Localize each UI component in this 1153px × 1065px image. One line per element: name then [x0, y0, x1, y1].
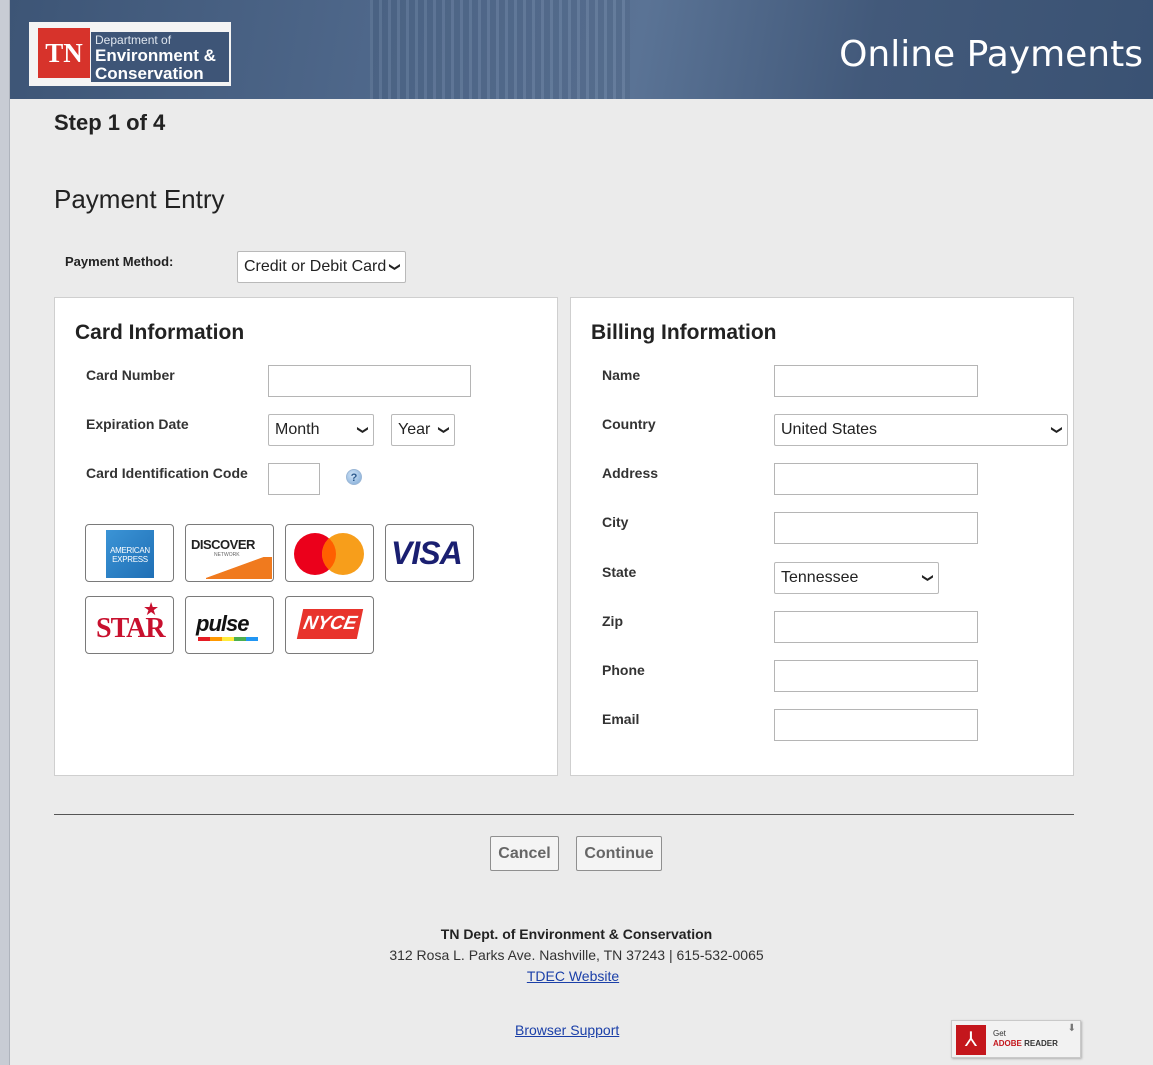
site-header: TN Department of Environment & Conservat…	[10, 0, 1153, 99]
state-label: State	[602, 564, 637, 580]
zip-label: Zip	[602, 613, 623, 629]
country-value: United States	[781, 421, 878, 438]
form-divider	[54, 814, 1074, 815]
expiration-year-value: Year	[398, 421, 431, 438]
city-label: City	[602, 514, 629, 530]
phone-label: Phone	[602, 662, 645, 678]
payment-method-label: Payment Method:	[65, 254, 174, 269]
card-information-title: Card Information	[75, 321, 245, 344]
logo-line-conservation: Conservation	[95, 64, 204, 83]
country-label: Country	[602, 416, 656, 432]
tdec-website-link-text[interactable]: TDEC Website	[527, 968, 619, 984]
discover-card-logo: DISCOVER NETWORK	[185, 524, 274, 582]
nyce-card-logo: NYCE	[285, 596, 374, 654]
country-select[interactable]: United States ❯	[774, 414, 1068, 446]
step-indicator: Step 1 of 4	[54, 110, 166, 135]
get-adobe-reader-badge[interactable]: ⅄ Get ADOBE READER ⬇	[951, 1020, 1081, 1058]
header-background-texture	[370, 0, 630, 99]
pulse-logo-text: pulse	[196, 611, 249, 636]
email-label: Email	[602, 711, 640, 727]
address-input[interactable]	[774, 463, 978, 495]
pulse-card-logo: pulse	[185, 596, 274, 654]
payment-method-value: Credit or Debit Card	[244, 258, 387, 275]
phone-input[interactable]	[774, 660, 978, 692]
star-card-logo: STAR ★	[85, 596, 174, 654]
logo-tn-mark: TN	[38, 28, 90, 78]
billing-information-title: Billing Information	[591, 321, 777, 344]
state-select[interactable]: Tennessee ❯	[774, 562, 939, 594]
card-identification-code-input[interactable]	[268, 463, 320, 495]
browser-support-link[interactable]: Browser Support	[515, 1022, 619, 1038]
card-information-panel: Card Information Card Number Expiration …	[54, 297, 558, 776]
amex-logo-mark: AMERICAN EXPRESS	[106, 530, 154, 578]
state-value: Tennessee	[781, 569, 859, 586]
mastercard-card-logo	[285, 524, 374, 582]
expiration-year-select[interactable]: Year ❯	[391, 414, 455, 446]
chevron-down-icon: ❯	[1050, 425, 1063, 435]
chevron-down-icon: ❯	[437, 425, 450, 435]
download-arrow-icon: ⬇	[1067, 1023, 1076, 1034]
city-input[interactable]	[774, 512, 978, 544]
window-edge	[0, 0, 10, 1065]
adobe-pdf-icon: ⅄	[956, 1025, 986, 1055]
email-input[interactable]	[774, 709, 978, 741]
cancel-button[interactable]: Cancel	[490, 836, 559, 871]
footer-address: 312 Rosa L. Parks Ave. Nashville, TN 372…	[389, 947, 764, 963]
logo-line-environment: Environment &	[95, 46, 216, 65]
adobe-reader-text: ADOBE READER	[993, 1039, 1058, 1048]
discover-logo-text: DISCOVER	[191, 537, 255, 552]
name-input[interactable]	[774, 365, 978, 397]
chevron-down-icon: ❯	[356, 425, 369, 435]
header-title: Online Payments	[839, 34, 1143, 75]
name-label: Name	[602, 367, 641, 383]
chevron-down-icon: ❯	[921, 573, 934, 583]
card-identification-code-label: Card Identification Code	[86, 465, 248, 481]
pulse-color-bar	[198, 637, 258, 641]
help-icon[interactable]: ?	[346, 469, 362, 485]
footer-org-name: TN Dept. of Environment & Conservation	[440, 926, 713, 942]
visa-card-logo: VISA	[385, 524, 474, 582]
mastercard-overlap	[322, 533, 364, 575]
payment-method-select[interactable]: Credit or Debit Card ❯	[237, 251, 406, 283]
logo-wordmark: Department of Environment & Conservation	[91, 32, 229, 83]
star-icon: ★	[143, 599, 160, 619]
nyce-logo-text: NYCE	[296, 609, 364, 639]
adobe-get-text: Get	[993, 1029, 1006, 1038]
adobe-brand-text: ADOBE	[993, 1039, 1022, 1048]
zip-input[interactable]	[774, 611, 978, 643]
card-number-label: Card Number	[86, 367, 175, 383]
address-label: Address	[602, 465, 659, 481]
visa-logo-text: VISA	[391, 535, 463, 571]
billing-information-panel: Billing Information Name Country United …	[570, 297, 1074, 776]
continue-button[interactable]: Continue	[576, 836, 662, 871]
tdec-logo[interactable]: TN Department of Environment & Conservat…	[29, 22, 231, 86]
expiration-date-label: Expiration Date	[86, 416, 189, 432]
expiration-month-select[interactable]: Month ❯	[268, 414, 374, 446]
chevron-down-icon: ❯	[388, 262, 401, 272]
card-number-input[interactable]	[268, 365, 471, 397]
adobe-reader-word: READER	[1024, 1039, 1058, 1048]
amex-card-logo: AMERICAN EXPRESS	[85, 524, 174, 582]
expiration-month-value: Month	[275, 421, 320, 438]
page-title: Payment Entry	[54, 184, 225, 214]
tdec-website-link: TDEC Website	[0, 968, 1146, 984]
discover-orange-swoosh	[206, 557, 272, 579]
